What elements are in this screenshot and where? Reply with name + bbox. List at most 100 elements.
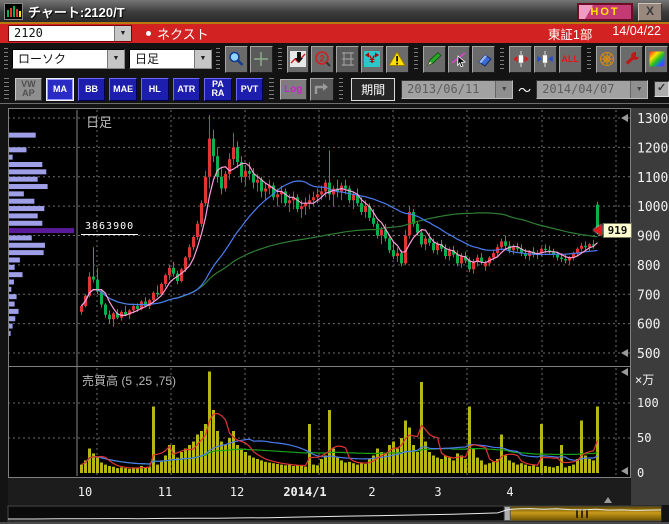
zoom-tool-button[interactable] — [225, 46, 248, 73]
expand-bars-button[interactable] — [509, 46, 532, 73]
timeframe-value: 日足 — [130, 50, 194, 68]
window-title: チャート:2120/T — [28, 2, 125, 21]
svg-text:800: 800 — [637, 259, 660, 274]
app-chart-icon — [4, 3, 23, 20]
grip-handle[interactable] — [587, 48, 591, 70]
shrink-bars-button[interactable] — [534, 46, 557, 73]
svg-text:2: 2 — [319, 54, 324, 64]
svg-text:1200: 1200 — [637, 141, 668, 156]
svg-text:500: 500 — [637, 347, 660, 362]
chart-window: チャート:2120/T HOT X 2120 ▼ ネクスト 東証1部 14/04… — [0, 0, 669, 524]
web-icon — [598, 50, 616, 68]
pencil-icon — [425, 50, 443, 68]
timeframe-combo[interactable]: 日足 ▼ — [129, 49, 212, 69]
grid-tool-button[interactable] — [336, 46, 359, 73]
shrink-candle-icon — [536, 50, 554, 68]
svg-text:2014/1: 2014/1 — [283, 485, 326, 499]
grip-handle[interactable] — [216, 48, 220, 70]
symbol-code-combo[interactable]: 2120 ▼ — [8, 25, 132, 42]
select-trendline-button[interactable] — [448, 46, 471, 73]
log-scale-button[interactable]: Log — [280, 79, 307, 100]
svg-text:100: 100 — [637, 396, 659, 410]
show-all-button[interactable]: ALL — [559, 46, 582, 73]
navigator-grip[interactable] — [504, 507, 510, 521]
chevron-down-icon[interactable]: ▼ — [495, 81, 512, 98]
svg-text:900: 900 — [637, 230, 660, 245]
indicator-para-button[interactable]: PA RA — [204, 78, 232, 101]
date-to-combo[interactable]: 2014/04/07 ▼ — [536, 80, 648, 99]
search-compare-button[interactable]: 2 — [311, 46, 334, 73]
market-label: 東証1部 — [548, 24, 592, 43]
volume-pane-label: 売買高 (5 ,25 ,75) — [82, 372, 176, 389]
pane-label: 日足 — [86, 112, 112, 131]
grip-handle[interactable] — [414, 48, 418, 70]
grip-handle[interactable] — [269, 78, 274, 100]
period-sync-checkbox[interactable]: ✓ — [654, 81, 669, 97]
range-navigator[interactable] — [8, 506, 661, 521]
svg-text:3: 3 — [434, 485, 441, 499]
svg-text:50: 50 — [637, 431, 651, 445]
chart-annotate-button[interactable] — [287, 46, 310, 73]
indicator-vwap-button[interactable]: VW AP — [15, 78, 43, 101]
magnifier-2-icon: 2 — [314, 50, 332, 68]
toolbar-indicators: VW AP MA BB MAE HL ATR PA RA PVT Log 期間 … — [0, 75, 669, 104]
palette-icon — [648, 50, 666, 68]
cursor-line-icon — [450, 50, 468, 68]
chevron-down-icon[interactable]: ▼ — [194, 50, 211, 68]
alert-button[interactable] — [386, 46, 409, 73]
chart-down-arrow-icon — [289, 50, 307, 68]
toolbar-main: ローソク ▼ 日足 ▼ 2 ¥ — [0, 43, 669, 75]
title-bar: チャート:2120/T HOT X — [0, 0, 669, 22]
svg-text:1300: 1300 — [637, 112, 668, 127]
hot-badge[interactable]: HOT — [577, 3, 633, 21]
indicator-ma-button[interactable]: MA — [46, 78, 74, 101]
volume-profile-max-label: 3863900 — [85, 221, 134, 232]
jump-button[interactable] — [310, 78, 334, 101]
network-button[interactable] — [596, 46, 619, 73]
period-button[interactable]: 期間 — [351, 78, 395, 101]
draw-pencil-button[interactable] — [423, 46, 446, 73]
indicator-atr-button[interactable]: ATR — [173, 78, 201, 101]
grip-handle[interactable] — [339, 78, 344, 100]
expand-candle-icon — [512, 50, 530, 68]
symbol-dropdown-arrow-icon[interactable]: ▼ — [114, 26, 131, 41]
date-from-combo[interactable]: 2013/06/11 ▼ — [401, 80, 513, 99]
svg-text:¥: ¥ — [369, 54, 376, 66]
indicator-pvt-button[interactable]: PVT — [236, 78, 264, 101]
volume-profile-underline — [81, 234, 138, 235]
chevron-down-icon[interactable]: ▼ — [107, 50, 124, 68]
svg-text:×万: ×万 — [635, 373, 654, 387]
eraser-button[interactable] — [472, 46, 495, 73]
close-button[interactable]: X — [638, 3, 662, 21]
settings-tool-button[interactable] — [620, 46, 643, 73]
symbol-name: ネクスト — [157, 24, 209, 43]
date-label: 14/04/22 — [612, 24, 661, 43]
crosshair-tool-button[interactable] — [250, 46, 273, 73]
svg-text:12: 12 — [230, 485, 244, 499]
svg-text:11: 11 — [158, 485, 172, 499]
chevron-down-icon[interactable]: ▼ — [630, 81, 647, 98]
color-palette-button[interactable] — [645, 46, 668, 73]
date-to-value: 2014/04/07 — [537, 81, 630, 98]
svg-text:1100: 1100 — [637, 171, 668, 186]
tilde-separator: ～ — [518, 80, 531, 99]
svg-text:2: 2 — [368, 485, 375, 499]
last-price-arrow-icon — [593, 224, 602, 236]
grip-handle[interactable] — [278, 48, 282, 70]
last-price-badge: 919 — [603, 223, 632, 238]
yen-convert-button[interactable]: ¥ — [361, 46, 384, 73]
crosshair-icon — [252, 50, 270, 68]
chart-type-combo[interactable]: ローソク ▼ — [12, 49, 125, 69]
grip-handle[interactable] — [4, 78, 9, 100]
magnifier-icon — [227, 50, 245, 68]
indicator-mae-button[interactable]: MAE — [109, 78, 137, 101]
grip-handle[interactable] — [4, 48, 8, 70]
indicator-bb-button[interactable]: BB — [78, 78, 106, 101]
bullet-icon — [146, 31, 151, 36]
indicator-hl-button[interactable]: HL — [141, 78, 169, 101]
eraser-icon — [475, 50, 493, 68]
price-chart-canvas: 1300120011001000900800700600500100500×万1… — [0, 104, 669, 524]
svg-text:10: 10 — [78, 485, 92, 499]
symbol-code-input[interactable]: 2120 — [9, 26, 114, 41]
grip-handle[interactable] — [500, 48, 504, 70]
